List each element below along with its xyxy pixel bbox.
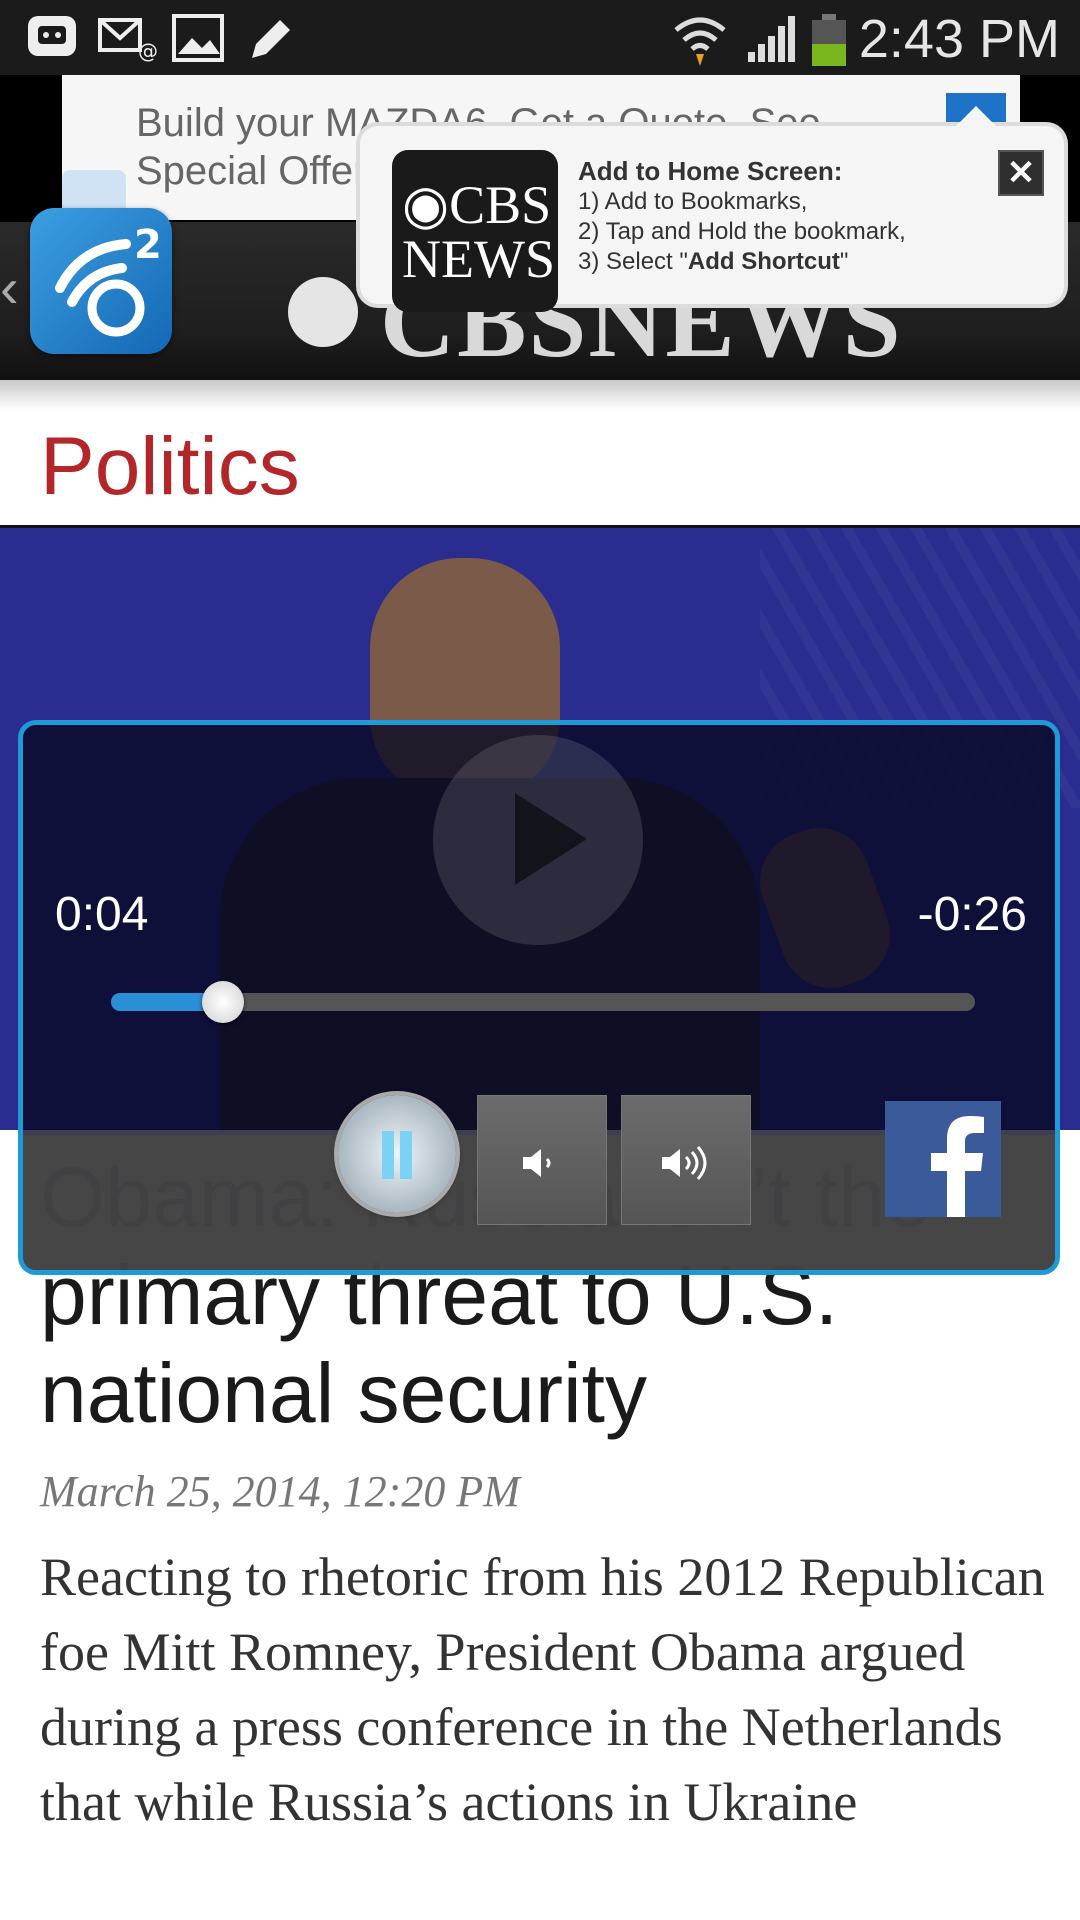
popup-title: Add to Home Screen: (578, 156, 843, 186)
app-shortcut-icon[interactable]: 2 (30, 208, 172, 354)
svg-text:2: 2 (134, 222, 162, 268)
facebook-share-button[interactable] (885, 1101, 1001, 1217)
volume-down-button[interactable] (477, 1095, 607, 1225)
image-icon (172, 14, 226, 69)
section-title[interactable]: Politics (40, 420, 300, 514)
pause-button[interactable] (338, 1095, 456, 1213)
pencil-icon (246, 14, 296, 69)
elapsed-time: 0:04 (55, 888, 149, 941)
popup-step-3: 3) Select "Add Shortcut" (578, 248, 848, 276)
close-button[interactable]: ✕ (998, 150, 1044, 196)
pause-bar-right (400, 1131, 412, 1179)
play-icon[interactable] (433, 735, 643, 945)
pause-bar-left (382, 1131, 394, 1179)
step-3-suffix: " (839, 248, 849, 275)
facebook-icon (885, 1101, 1001, 1217)
article-date: March 25, 2014, 12:20 PM (40, 1467, 520, 1516)
back-chevron-icon[interactable]: ‹ (0, 255, 19, 320)
seek-bar[interactable] (111, 981, 975, 1023)
status-time: 2:43 PM (858, 9, 1060, 69)
volume-down-icon (523, 1148, 551, 1177)
add-to-home-popup: ◉CBS NEWS Add to Home Screen: 1) Add to … (360, 106, 1064, 312)
remaining-time: -0:26 (917, 888, 1027, 941)
popup-pointer (954, 106, 998, 128)
volume-up-icon (662, 1145, 707, 1180)
header-shadow (0, 380, 1080, 410)
article-body: Reacting to rhetoric from his 2012 Repub… (40, 1547, 1045, 1832)
signal-icon (746, 14, 800, 69)
battery-icon (810, 14, 850, 73)
video-player-overlay: 0:04 -0:26 (18, 720, 1060, 1275)
step-3-bold: Add Shortcut (687, 248, 840, 275)
logo-line-1: ◉CBS (402, 175, 552, 235)
popup-step-2: 2) Tap and Hold the bookmark, (578, 218, 906, 245)
seek-thumb[interactable] (202, 981, 245, 1023)
popup-step-1: 1) Add to Bookmarks, (578, 188, 808, 215)
step-3-prefix: 3) Select " (578, 248, 688, 275)
wifi-icon (672, 14, 728, 73)
svg-text:@: @ (138, 39, 158, 63)
mail-icon: @ (98, 14, 158, 69)
volume-up-button[interactable] (621, 1095, 751, 1225)
status-bar: @ 2:43 PM (0, 0, 1080, 75)
chat-icon (26, 14, 80, 69)
cbs-news-logo: ◉CBS NEWS (392, 150, 558, 312)
logo-line-2: NEWS (402, 229, 555, 289)
cbs-eye-icon (288, 277, 358, 347)
